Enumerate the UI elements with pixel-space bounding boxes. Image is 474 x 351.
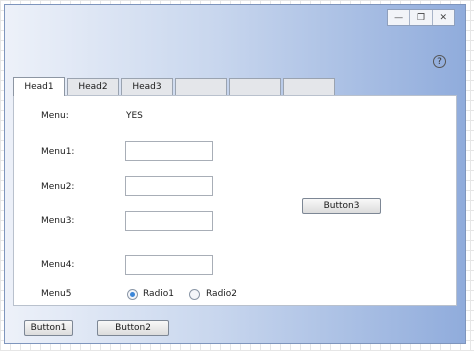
radio2-label[interactable]: Radio2 <box>206 289 237 299</box>
tab-head1[interactable]: Head1 <box>13 77 65 96</box>
radio2-button[interactable] <box>189 289 200 300</box>
tab-bar: Head1 Head2 Head3 <box>13 77 337 96</box>
button1[interactable]: Button1 <box>24 320 73 336</box>
restore-icon[interactable]: ❐ <box>410 10 433 25</box>
menu2-input[interactable] <box>125 176 213 196</box>
button3[interactable]: Button3 <box>302 198 381 214</box>
menu-value: YES <box>126 111 143 121</box>
radio1-button[interactable] <box>127 289 138 300</box>
tab-empty-5[interactable] <box>229 78 281 95</box>
tab-content-panel: Menu: YES Menu1: Menu2: Menu3: Menu4: Me… <box>13 95 457 306</box>
radio1-selected-dot <box>130 292 135 297</box>
dialog-window: — ❐ ✕ ? Head1 Head2 Head3 Menu: YES Menu… <box>4 4 466 344</box>
radio1-label[interactable]: Radio1 <box>143 289 174 299</box>
menu4-label: Menu4: <box>41 260 75 270</box>
close-icon[interactable]: ✕ <box>433 10 454 25</box>
menu1-label: Menu1: <box>41 147 75 157</box>
button2[interactable]: Button2 <box>97 320 169 336</box>
menu-label: Menu: <box>41 111 69 121</box>
menu4-input[interactable] <box>125 255 213 275</box>
minimize-icon[interactable]: — <box>388 10 411 25</box>
menu1-input[interactable] <box>125 141 213 161</box>
tab-head2[interactable]: Head2 <box>67 78 119 95</box>
window-controls: — ❐ ✕ <box>387 9 455 26</box>
tab-empty-4[interactable] <box>175 78 227 95</box>
menu3-input[interactable] <box>125 211 213 231</box>
tab-head3[interactable]: Head3 <box>121 78 173 95</box>
menu3-label: Menu3: <box>41 216 75 226</box>
tab-empty-6[interactable] <box>283 78 335 95</box>
menu5-label: Menu5 <box>41 289 72 299</box>
menu2-label: Menu2: <box>41 182 75 192</box>
help-icon[interactable]: ? <box>433 55 446 68</box>
